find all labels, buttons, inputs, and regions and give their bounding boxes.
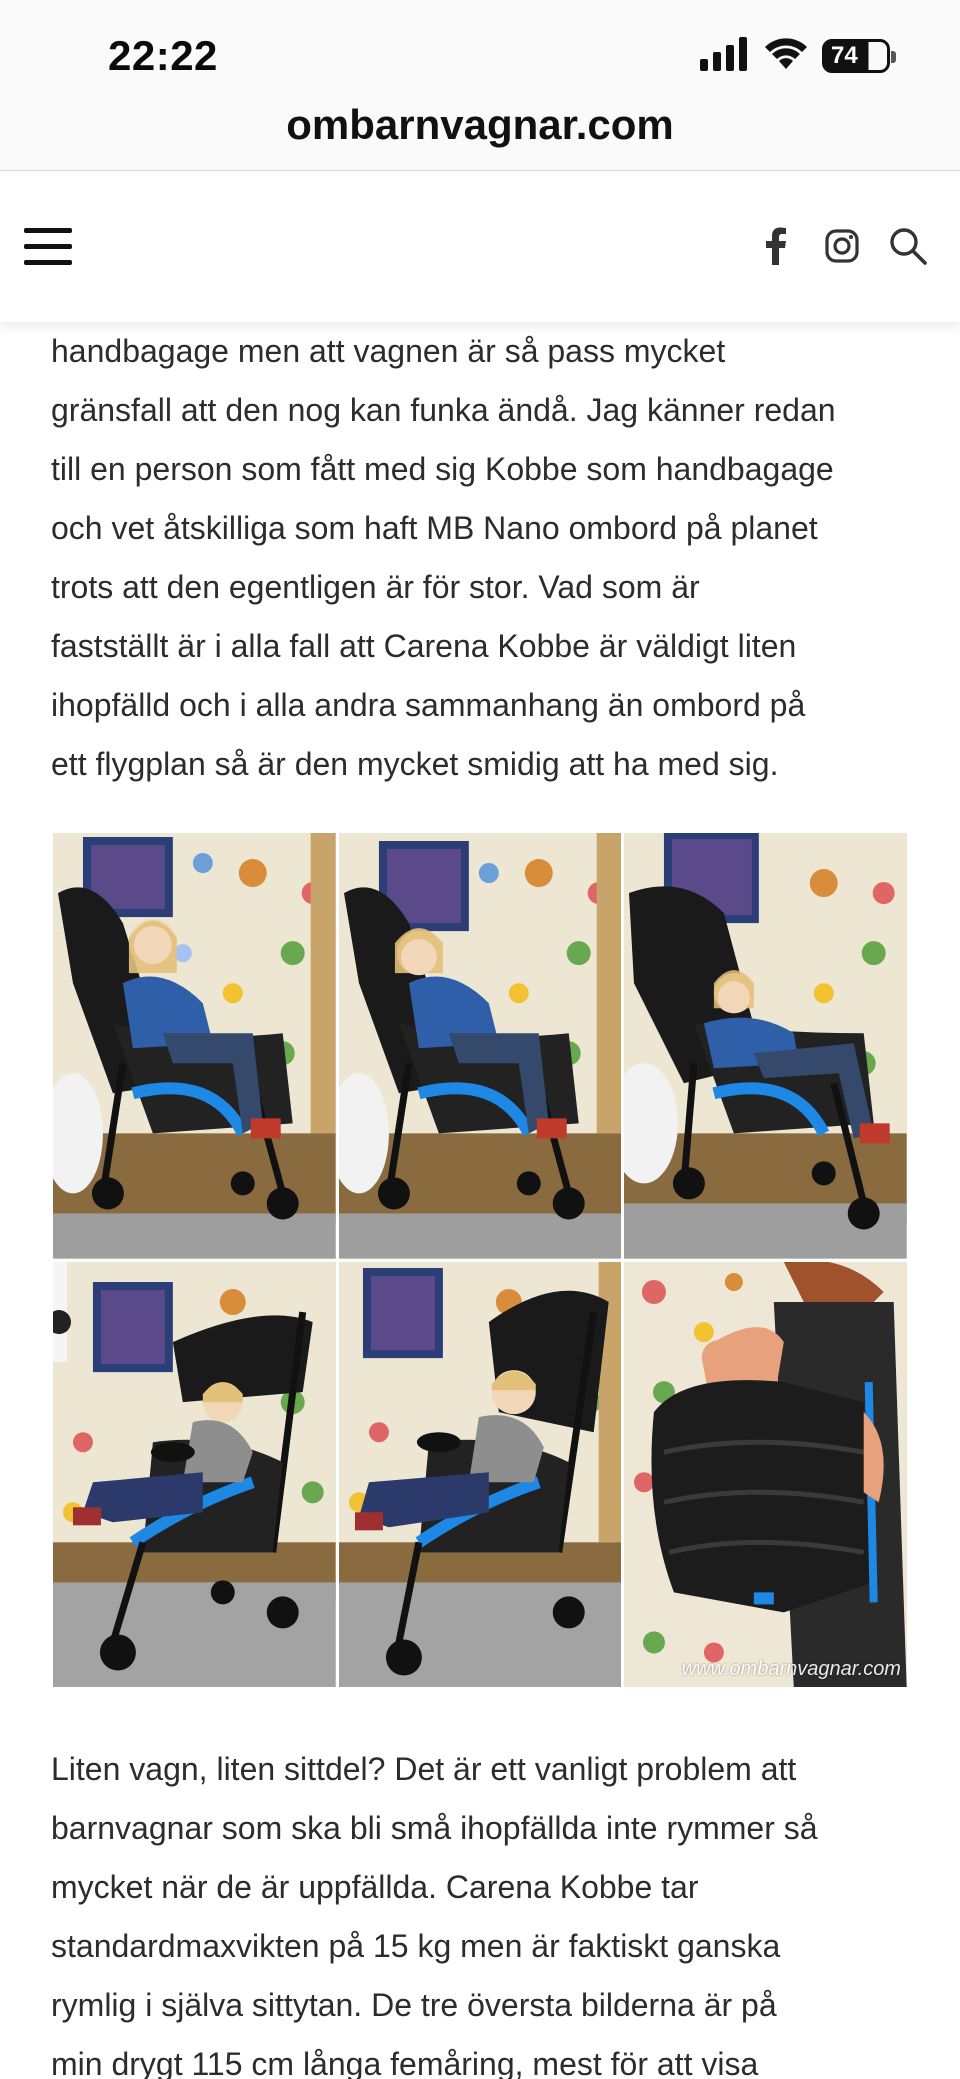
wifi-icon	[764, 37, 808, 76]
paragraph-line: fastställt är i alla fall att Carena Kob…	[51, 628, 797, 664]
status-bar: 22:22 74	[0, 0, 960, 105]
paragraph-line: barnvagnar som ska bli små ihopfällda in…	[51, 1810, 818, 1846]
page: 22:22 74 ombarnvagnar.com handbagage men…	[0, 0, 960, 2079]
paragraph-line: mycket när de är uppfällda. Carena Kobbe…	[51, 1869, 699, 1905]
facebook-icon[interactable]	[756, 226, 796, 266]
hamburger-menu-icon[interactable]	[24, 228, 72, 266]
article-body: handbagage men att vagnen är så pass myc…	[51, 322, 921, 794]
battery-nub	[891, 51, 896, 63]
photo-girl-in-stroller-2[interactable]	[338, 833, 622, 1259]
photo-gallery: www.ombarnvagnar.com	[53, 833, 907, 1687]
article-paragraph-1: handbagage men att vagnen är så pass myc…	[51, 322, 921, 794]
search-icon[interactable]	[888, 226, 928, 266]
paragraph-line: Liten vagn, liten sittdel? Det är ett va…	[51, 1751, 797, 1787]
battery-icon: 74	[822, 39, 896, 73]
paragraph-line: standardmaxvikten på 15 kg men är faktis…	[51, 1928, 781, 1964]
photo-folded-stroller-carried-on-shoulder[interactable]: www.ombarnvagnar.com	[624, 1261, 907, 1687]
status-time: 22:22	[108, 32, 218, 79]
gallery-watermark: www.ombarnvagnar.com	[681, 1658, 901, 1680]
site-header	[0, 172, 960, 322]
photo-toddler-in-stroller-2[interactable]	[338, 1261, 622, 1687]
paragraph-line: trots att den egentligen är för stor. Va…	[51, 569, 700, 605]
article-paragraph-2: Liten vagn, liten sittdel? Det är ett va…	[51, 1740, 931, 2079]
header-icons	[756, 226, 928, 266]
paragraph-line: min drygt 115 cm långa femåring, mest fö…	[51, 2046, 759, 2079]
paragraph-line: ihopfälld och i alla andra sammanhang än…	[51, 687, 806, 723]
photo-girl-in-stroller-1[interactable]	[53, 833, 336, 1259]
status-icons: 74	[700, 36, 896, 76]
photo-girl-in-stroller-3[interactable]	[624, 833, 907, 1259]
url-bar[interactable]: ombarnvagnar.com	[0, 95, 960, 171]
url-domain[interactable]: ombarnvagnar.com	[0, 101, 960, 149]
paragraph-line: till en person som fått med sig Kobbe so…	[51, 451, 834, 487]
signal-icon	[700, 36, 750, 76]
photo-toddler-in-stroller-1[interactable]	[53, 1261, 336, 1687]
paragraph-line: ett flygplan så är den mycket smidig att…	[51, 746, 779, 782]
battery-level: 74	[831, 42, 858, 69]
article-body-continued: Liten vagn, liten sittdel? Det är ett va…	[51, 1740, 931, 2079]
instagram-icon[interactable]	[822, 226, 862, 266]
paragraph-line: gränsfall att den nog kan funka ändå. Ja…	[51, 392, 836, 428]
paragraph-line: handbagage men att vagnen är så pass myc…	[51, 333, 726, 369]
paragraph-line: och vet åtskilliga som haft MB Nano ombo…	[51, 510, 818, 546]
paragraph-line: rymlig i själva sittytan. De tre översta…	[51, 1987, 777, 2023]
